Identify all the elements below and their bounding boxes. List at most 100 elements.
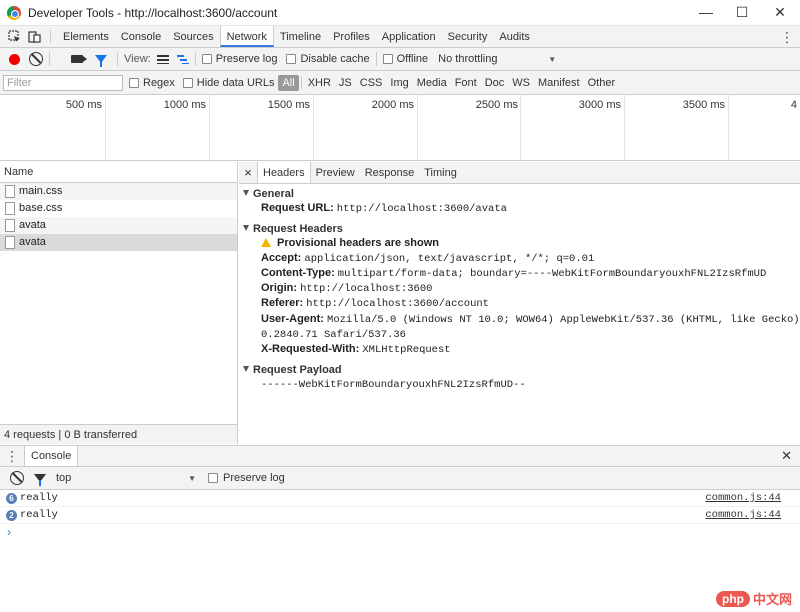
maximize-button[interactable]: ☐ <box>724 0 760 26</box>
tab-timing[interactable]: Timing <box>419 162 462 183</box>
type-filter-img[interactable]: Img <box>386 75 412 91</box>
capture-screenshots-icon[interactable] <box>71 55 87 63</box>
tab-audits[interactable]: Audits <box>493 26 536 47</box>
file-icon <box>5 219 15 232</box>
regex-checkbox[interactable] <box>129 77 139 88</box>
record-button[interactable] <box>9 53 20 65</box>
header-row: Referer: http://localhost:3600/account <box>243 296 800 311</box>
clear-icon[interactable] <box>29 52 43 66</box>
disable-cache-checkbox[interactable] <box>286 54 297 64</box>
name-column-header[interactable]: Name <box>0 162 237 183</box>
type-filter-ws[interactable]: WS <box>508 75 534 91</box>
filter-bar: Regex Hide data URLs All XHR JS CSS Img … <box>0 71 800 95</box>
tab-network[interactable]: Network <box>219 26 274 47</box>
divider <box>194 52 196 66</box>
overview-icon[interactable] <box>176 54 189 64</box>
divider <box>49 52 50 66</box>
console-message: 6 really common.js:44 <box>0 490 800 507</box>
drawer-tabs: ⋮ Console ✕ <box>0 445 800 467</box>
request-row[interactable]: main.css <box>0 183 237 200</box>
preserve-log-checkbox[interactable] <box>201 54 212 64</box>
type-filter-doc[interactable]: Doc <box>481 75 509 91</box>
header-row: Origin: http://localhost:3600 <box>243 281 800 296</box>
console-prompt[interactable]: › <box>0 524 800 541</box>
console-filter-icon[interactable] <box>34 474 46 486</box>
general-section-toggle[interactable]: General <box>243 187 800 201</box>
tab-timeline[interactable]: Timeline <box>274 26 327 47</box>
chrome-icon <box>7 5 21 20</box>
request-name: avata <box>19 236 46 248</box>
context-select[interactable]: top <box>56 472 196 485</box>
type-filter-css[interactable]: CSS <box>356 75 387 91</box>
drawer-menu-icon[interactable]: ⋮ <box>0 446 24 466</box>
clear-console-icon[interactable] <box>10 471 24 485</box>
expand-triangle-icon <box>243 365 249 372</box>
request-headers-toggle[interactable]: Request Headers <box>243 222 800 236</box>
timeline-tick-label: 2500 ms <box>475 99 518 111</box>
request-row[interactable]: avata <box>0 217 237 234</box>
divider <box>375 52 377 66</box>
grid-line <box>417 95 418 161</box>
grid-line <box>313 95 314 161</box>
tab-console[interactable]: Console <box>115 26 167 47</box>
close-detail-button[interactable]: × <box>239 162 257 183</box>
filter-input[interactable] <box>3 74 123 91</box>
request-row[interactable]: base.css <box>0 200 237 217</box>
tab-security[interactable]: Security <box>442 26 494 47</box>
filter-icon[interactable] <box>95 55 107 67</box>
type-filter-other[interactable]: Other <box>584 75 620 91</box>
header-row: User-Agent: Mozilla/5.0 (Windows NT 10.0… <box>243 312 800 327</box>
request-name: avata <box>19 219 46 231</box>
devtools-tabs: Elements Console Sources Network Timelin… <box>0 26 800 48</box>
request-summary: 4 requests | 0 B transferred <box>0 424 237 444</box>
tab-response[interactable]: Response <box>360 162 420 183</box>
type-filter-font[interactable]: Font <box>451 75 481 91</box>
tab-sources[interactable]: Sources <box>167 26 219 47</box>
header-key: Content-Type: <box>261 266 335 279</box>
type-filter-manifest[interactable]: Manifest <box>534 75 584 91</box>
header-key: Referer: <box>261 297 304 310</box>
type-filter-xhr[interactable]: XHR <box>304 75 335 91</box>
tab-headers[interactable]: Headers <box>257 162 311 183</box>
source-link[interactable]: common.js:44 <box>705 507 781 524</box>
hide-data-urls-checkbox[interactable] <box>182 77 193 88</box>
grid-line <box>624 95 625 161</box>
warning-text: Provisional headers are shown <box>277 237 440 250</box>
header-value: http://localhost:3600/avata <box>336 203 507 215</box>
tab-profiles[interactable]: Profiles <box>327 26 376 47</box>
type-filter-media[interactable]: Media <box>413 75 451 91</box>
minimize-button[interactable]: — <box>688 0 724 26</box>
tab-preview[interactable]: Preview <box>311 162 360 183</box>
more-options-icon[interactable]: ⋮ <box>780 26 794 48</box>
header-value: Mozilla/5.0 (Windows NT 10.0; WOW64) App… <box>327 313 800 326</box>
type-filter-js[interactable]: JS <box>335 75 356 91</box>
large-rows-icon[interactable] <box>156 54 169 64</box>
grid-line <box>520 95 521 161</box>
close-drawer-button[interactable]: ✕ <box>781 446 792 466</box>
divider <box>117 52 118 66</box>
drawer-tab-console[interactable]: Console <box>24 446 79 466</box>
timeline-tick-label: 1000 ms <box>163 99 206 111</box>
header-value: http://localhost:3600/account <box>306 298 489 311</box>
throttling-value: No throttling <box>438 53 498 65</box>
source-link[interactable]: common.js:44 <box>705 490 781 507</box>
close-window-button[interactable]: ✕ <box>762 0 798 26</box>
inspect-element-icon[interactable] <box>4 26 24 47</box>
timeline-tick-label: 3500 ms <box>682 99 725 111</box>
tab-elements[interactable]: Elements <box>57 26 115 47</box>
device-toolbar-icon[interactable] <box>24 26 44 47</box>
divider <box>50 30 51 43</box>
file-icon <box>5 202 15 215</box>
network-toolbar: View: Preserve log Disable cache Offline… <box>0 48 800 71</box>
type-filter-all[interactable]: All <box>278 74 299 91</box>
throttling-select[interactable]: No throttling ▼ <box>438 53 556 65</box>
offline-checkbox[interactable] <box>382 54 393 64</box>
disable-cache-label: Disable cache <box>300 53 370 65</box>
tab-application[interactable]: Application <box>376 26 442 47</box>
window-title: Developer Tools - http://localhost:3600/… <box>28 5 278 20</box>
request-payload-toggle[interactable]: Request Payload <box>243 363 800 377</box>
repeat-count-badge: 2 <box>6 510 17 521</box>
request-row-selected[interactable]: avata <box>0 234 237 251</box>
console-preserve-log-checkbox[interactable] <box>208 473 218 483</box>
timeline-overview[interactable]: 500 ms 1000 ms 1500 ms 2000 ms 2500 ms 3… <box>0 95 800 161</box>
